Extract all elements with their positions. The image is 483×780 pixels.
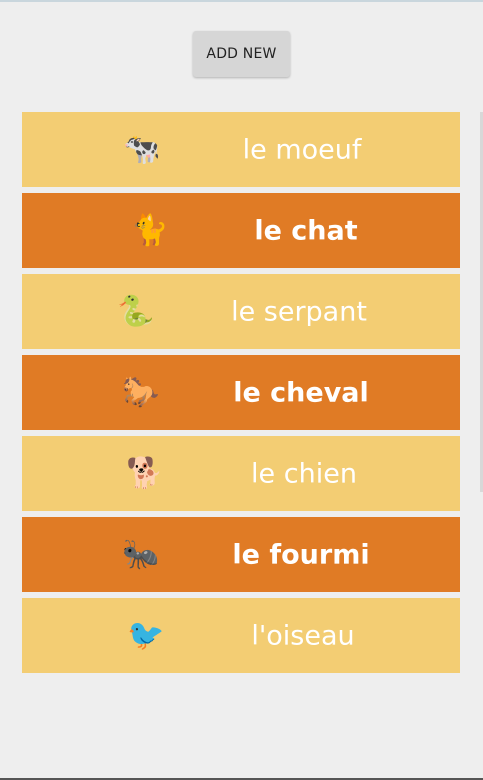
animal-label: le fourmi [232,539,370,570]
list-item[interactable]: 🐄 le moeuf [22,112,460,187]
ant-icon: 🐜 [122,536,160,572]
list-item[interactable]: 🐈 le chat [22,193,460,268]
snake-icon: 🐍 [117,293,155,329]
cow-icon: 🐄 [123,131,161,167]
list-item[interactable]: 🐍 le serpant [22,274,460,349]
list-item[interactable]: 🐕 le chien [22,436,460,511]
list-item[interactable]: 🐎 le cheval [22,355,460,430]
list-item[interactable]: 🐦 l'oiseau [22,598,460,673]
list-item[interactable]: 🐜 le fourmi [22,517,460,592]
animal-label: l'oiseau [251,620,355,651]
animal-label: le chat [254,215,358,246]
app-screen: ADD NEW 🐄 le moeuf 🐈 le chat 🐍 le serpan… [0,0,483,780]
bird-icon: 🐦 [127,617,165,653]
cat-icon: 🐈 [131,212,169,248]
animal-label: le moeuf [242,134,362,165]
animal-label: le cheval [233,377,369,408]
add-new-button[interactable]: ADD NEW [193,31,290,77]
animal-list: 🐄 le moeuf 🐈 le chat 🐍 le serpant 🐎 le c… [22,112,460,679]
animal-label: le serpant [231,296,367,327]
horse-icon: 🐎 [122,374,160,410]
dog-icon: 🐕 [126,455,164,491]
animal-label: le chien [251,458,357,489]
